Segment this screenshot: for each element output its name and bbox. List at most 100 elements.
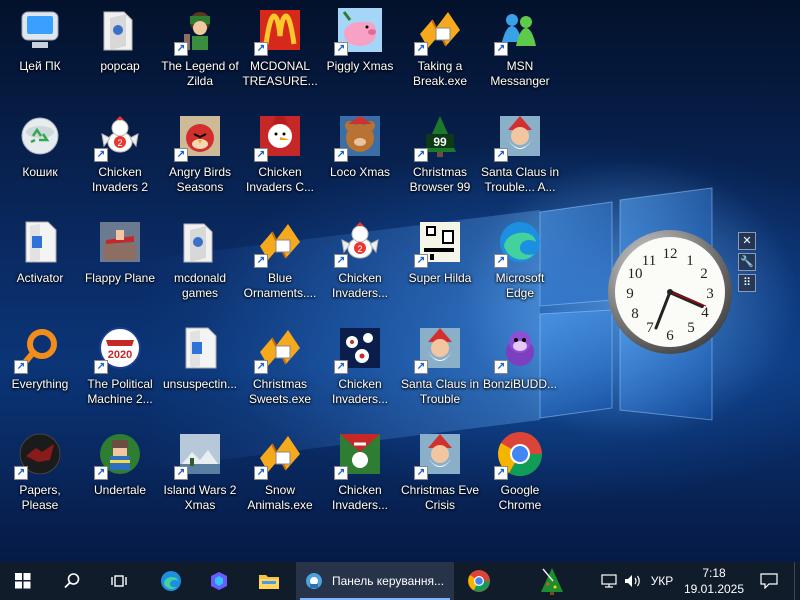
- desktop-icon-christmas-sweets-exe[interactable]: ↗ Christmas Sweets.exe: [240, 320, 320, 420]
- show-desktop-button[interactable]: [794, 562, 800, 600]
- christmas-tree-icon: [541, 568, 563, 595]
- desktop-icon-undertale[interactable]: ↗ Undertale: [80, 426, 160, 526]
- tray-network[interactable]: [598, 562, 620, 600]
- santa-icon: ↗: [414, 430, 464, 480]
- desktop-icon-super-hilda[interactable]: ↗ Super Hilda: [400, 214, 480, 314]
- taskbar-copilot[interactable]: [198, 562, 240, 600]
- chicken-space-icon: ↗: [334, 324, 384, 374]
- desktop-icon-label: The Political Machine 2...: [87, 377, 153, 406]
- chicken-xmas-icon: ↗: [334, 430, 384, 480]
- desktop-icon-santa-claus-in-trouble[interactable]: ↗ Santa Claus in Trouble: [400, 320, 480, 420]
- popcap-icon: ↗: [414, 6, 464, 56]
- desktop-icon-mcdonald-games[interactable]: mcdonald games: [160, 214, 240, 314]
- desktop-icon-msn-messanger[interactable]: ↗ MSN Messanger: [480, 2, 560, 102]
- svg-text:5: 5: [687, 320, 695, 336]
- notifications-button[interactable]: [752, 562, 786, 600]
- desktop-icon-bonzibudd[interactable]: ↗ BonziBUDD...: [480, 320, 560, 420]
- svg-text:10: 10: [628, 266, 643, 282]
- desktop-icon-label: Chicken Invaders...: [331, 483, 389, 512]
- bear-icon: ↗: [334, 112, 384, 162]
- shortcut-arrow-icon: ↗: [494, 254, 508, 268]
- santa-icon: ↗: [414, 324, 464, 374]
- desktop-icon-everything[interactable]: ↗ Everything: [0, 320, 80, 420]
- shortcut-arrow-icon: ↗: [14, 360, 28, 374]
- shortcut-arrow-icon: ↗: [334, 42, 348, 56]
- desktop-icon-label: Microsoft Edge: [495, 271, 545, 300]
- shortcut-arrow-icon: ↗: [414, 254, 428, 268]
- desktop-icon-chicken-invaders[interactable]: 2 ↗ Chicken Invaders...: [320, 214, 400, 314]
- desktop-icon-angry-birds-seasons[interactable]: ↗ Angry Birds Seasons: [160, 108, 240, 208]
- shortcut-arrow-icon: ↗: [254, 466, 268, 480]
- folder-icon: [176, 218, 224, 266]
- wrench-icon[interactable]: 🔧: [738, 253, 756, 271]
- desktop-icon-google-chrome[interactable]: ↗ Google Chrome: [480, 426, 560, 526]
- desktop-icon-blue-ornaments[interactable]: ↗ Blue Ornaments....: [240, 214, 320, 314]
- snowman-icon: ↗: [254, 112, 304, 162]
- svg-text:11: 11: [642, 253, 656, 269]
- taskbar-clock[interactable]: 7:18 19.01.2025: [682, 562, 746, 600]
- desktop-icon-taking-a-break-exe[interactable]: ↗ Taking a Break.exe: [400, 2, 480, 102]
- popcap-icon: ↗: [254, 218, 304, 268]
- shortcut-arrow-icon: ↗: [334, 360, 348, 374]
- desktop-icon-flappy-plane[interactable]: Flappy Plane: [80, 214, 160, 314]
- search-button[interactable]: [52, 562, 92, 600]
- shortcut-arrow-icon: ↗: [174, 42, 188, 56]
- desktop-icon-label: unsuspectin...: [162, 377, 238, 391]
- taskbar-chrome[interactable]: [458, 562, 500, 600]
- desktop-icon-unsuspectin[interactable]: unsuspectin...: [160, 320, 240, 420]
- pixel-game-icon: ↗: [414, 218, 464, 268]
- taskbar-control-panel-window[interactable]: Панель керування...: [296, 562, 454, 600]
- desktop-icon-mcdonal-treasure[interactable]: ↗ MCDONAL TREASURE...: [240, 2, 320, 102]
- task-view-icon: [111, 575, 127, 587]
- political-icon: 2020 ↗: [94, 324, 144, 374]
- desktop-icon-microsoft-edge[interactable]: ↗ Microsoft Edge: [480, 214, 560, 314]
- desktop-icon-popcap[interactable]: popcap: [80, 2, 160, 102]
- taskbar-edge[interactable]: [150, 562, 192, 600]
- language-indicator[interactable]: УКР: [646, 562, 678, 600]
- desktop-icon-christmas-eve-crisis[interactable]: ↗ Christmas Eve Crisis: [400, 426, 480, 526]
- desktop-icon-label: BonziBUDD...: [482, 377, 558, 391]
- desktop-icon-label: MCDONAL TREASURE...: [242, 59, 318, 88]
- desktop-icon-snow-animals-exe[interactable]: ↗ Snow Animals.exe: [240, 426, 320, 526]
- desktop-icon-island-wars-2-xmas[interactable]: ↗ Island Wars 2 Xmas: [160, 426, 240, 526]
- desktop-icon-chicken-invaders-c[interactable]: ↗ Chicken Invaders C...: [240, 108, 320, 208]
- chicken-icon: 2 ↗: [94, 112, 144, 162]
- desktop-icon-santa-claus-in-trouble-a[interactable]: ↗ Santa Claus in Trouble... A...: [480, 108, 560, 208]
- svg-text:3: 3: [706, 286, 714, 302]
- start-button[interactable]: [0, 562, 46, 600]
- svg-text:2020: 2020: [108, 349, 132, 361]
- desktop-icon-loco-xmas[interactable]: ↗ Loco Xmas: [320, 108, 400, 208]
- close-icon[interactable]: ✕: [738, 232, 756, 250]
- clock-gadget[interactable]: 12 1 2 3 4 5 6 7 8 9 10 11: [606, 228, 734, 356]
- tray-xmas-tree[interactable]: [532, 562, 572, 600]
- shortcut-arrow-icon: ↗: [254, 254, 268, 268]
- desktop-icon-кошик[interactable]: Кошик: [0, 108, 80, 208]
- task-view-button[interactable]: [98, 562, 140, 600]
- tray-volume[interactable]: [622, 562, 644, 600]
- shortcut-arrow-icon: ↗: [494, 466, 508, 480]
- desktop-icon-christmas-browser-99[interactable]: 99 ↗ Christmas Browser 99: [400, 108, 480, 208]
- desktop-icon-label: Chicken Invaders C...: [245, 165, 315, 194]
- desktop-icon-papers-please[interactable]: ↗ Papers, Please: [0, 426, 80, 526]
- svg-text:12: 12: [663, 246, 678, 262]
- desktop-icon-label: Christmas Browser 99: [409, 165, 471, 194]
- desktop-icon-цей-пк[interactable]: Цей ПК: [0, 2, 80, 102]
- drag-icon[interactable]: ⠿: [738, 274, 756, 292]
- desktop-icon-chicken-invaders-2[interactable]: 2 ↗ Chicken Invaders 2: [80, 108, 160, 208]
- desktop-icon-chicken-invaders[interactable]: ↗ Chicken Invaders...: [320, 426, 400, 526]
- desktop-icon-activator[interactable]: Activator: [0, 214, 80, 314]
- desktop-icon-label: Christmas Eve Crisis: [400, 483, 480, 512]
- papers-please-icon: ↗: [14, 430, 64, 480]
- desktop-icon-label: Undertale: [93, 483, 147, 497]
- desktop-icon-chicken-invaders[interactable]: ↗ Chicken Invaders...: [320, 320, 400, 420]
- desktop-icon-label: Blue Ornaments....: [243, 271, 317, 300]
- desktop-icon-piggly-xmas[interactable]: ↗ Piggly Xmas: [320, 2, 400, 102]
- desktop-icon-label: Santa Claus in Trouble... A...: [480, 165, 560, 194]
- bonzi-icon: ↗: [494, 324, 544, 374]
- everything-icon: ↗: [14, 324, 64, 374]
- taskbar-file-explorer[interactable]: [248, 562, 290, 600]
- desktop-icon-label: Christmas Sweets.exe: [248, 377, 312, 406]
- shortcut-arrow-icon: ↗: [334, 254, 348, 268]
- desktop-icon-the-legend-of-zilda[interactable]: ↗ The Legend of Zilda: [160, 2, 240, 102]
- desktop-icon-the-political-machine-2[interactable]: 2020 ↗ The Political Machine 2...: [80, 320, 160, 420]
